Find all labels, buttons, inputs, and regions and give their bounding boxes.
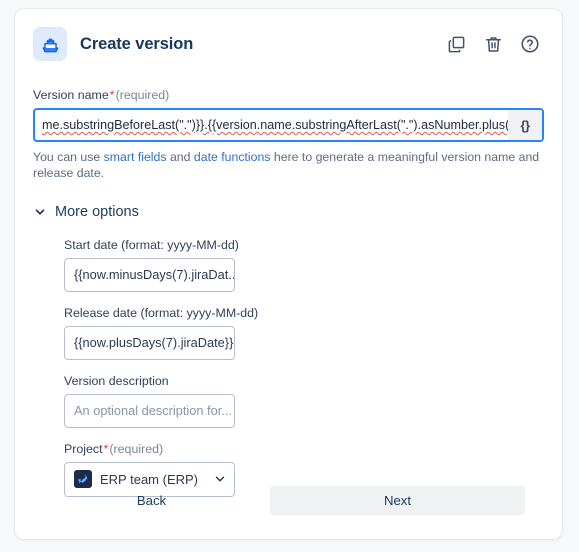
version-name-input[interactable]: me.substringBeforeLast(".")}}.{{version.… xyxy=(35,110,508,140)
help-circle-icon[interactable] xyxy=(518,32,542,56)
header-actions xyxy=(444,32,544,56)
chevron-down-icon xyxy=(214,473,226,485)
project-label: Project*(required) xyxy=(64,442,544,456)
date-functions-link[interactable]: date functions xyxy=(194,150,271,164)
start-date-label: Start date (format: yyyy-MM-dd) xyxy=(64,237,239,252)
more-options-toggle[interactable]: More options xyxy=(33,204,139,220)
version-name-label: Version name*(required) xyxy=(33,88,544,102)
version-name-input-value: me.substringBeforeLast(".")}}.{{version.… xyxy=(42,118,508,132)
copy-icon[interactable] xyxy=(444,32,468,56)
chevron-down-icon xyxy=(33,205,47,219)
card-header: Create version xyxy=(15,9,562,65)
next-button[interactable]: Next xyxy=(270,486,525,515)
smart-value-braces-button[interactable]: {} xyxy=(508,110,542,140)
card-body: Version name*(required) me.substringBefo… xyxy=(15,88,562,497)
project-required-note: (required) xyxy=(109,441,164,456)
smart-fields-link[interactable]: smart fields xyxy=(104,150,167,164)
ship-icon xyxy=(33,27,67,61)
create-version-card: Create version Version name*(required) m… xyxy=(14,8,563,540)
version-name-help-text: You can use smart fields and date functi… xyxy=(33,150,544,182)
start-date-field-group: Start date (format: yyyy-MM-dd) {{now.mi… xyxy=(64,238,544,292)
required-asterisk: * xyxy=(109,88,115,102)
version-name-field-group: Version name*(required) me.substringBefo… xyxy=(33,88,544,182)
card-footer: Back Next xyxy=(15,486,562,515)
help-text-before: You can use xyxy=(33,150,104,164)
version-name-label-text: Version name xyxy=(33,88,109,102)
version-name-input-shell[interactable]: me.substringBeforeLast(".")}}.{{version.… xyxy=(33,108,544,142)
release-date-field-group: Release date (format: yyyy-MM-dd) {{now.… xyxy=(64,306,544,360)
help-text-middle: and xyxy=(166,150,194,164)
release-date-input[interactable]: {{now.plusDays(7).jiraDate}} xyxy=(64,325,235,360)
project-select-value: ERP team (ERP) xyxy=(100,471,199,487)
project-label-text: Project xyxy=(64,441,103,456)
trash-icon[interactable] xyxy=(481,32,505,56)
start-date-input[interactable]: {{now.minusDays(7).jiraDat... xyxy=(64,257,235,292)
version-description-field-group: Version description An optional descript… xyxy=(64,374,544,428)
required-note: (required) xyxy=(115,88,170,102)
page-title: Create version xyxy=(80,34,194,53)
more-options-label: More options xyxy=(55,203,139,220)
release-date-label: Release date (format: yyyy-MM-dd) xyxy=(64,305,259,320)
back-button[interactable]: Back xyxy=(33,486,270,515)
more-options-panel: Start date (format: yyyy-MM-dd) {{now.mi… xyxy=(64,238,544,497)
version-description-input[interactable]: An optional description for... xyxy=(64,393,235,428)
version-description-label: Version description xyxy=(64,373,169,388)
